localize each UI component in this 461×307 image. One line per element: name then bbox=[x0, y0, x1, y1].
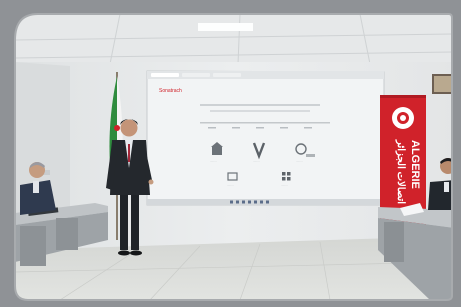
photo-scene: Sonatrach ........ ........ ........ ...… bbox=[0, 0, 461, 307]
banner-latin-text: ALGERIE bbox=[409, 140, 421, 189]
tile-label: ........ bbox=[281, 183, 288, 187]
projection-tab bbox=[151, 73, 179, 77]
tile-label: ........ bbox=[253, 159, 260, 163]
tile-label: ........ bbox=[210, 159, 217, 163]
projection-divider bbox=[200, 122, 330, 124]
tile-label: ........ bbox=[227, 183, 234, 187]
projection-taskbar bbox=[147, 199, 384, 205]
projection-tab bbox=[213, 73, 241, 77]
projection-text-line bbox=[210, 110, 310, 112]
banner-arabic-text: اتصالات الجزائر bbox=[395, 139, 406, 204]
projection-tab bbox=[182, 73, 210, 77]
scene-svg: Sonatrach ........ ........ ........ ...… bbox=[0, 0, 461, 307]
tile-label: ........ bbox=[296, 159, 303, 163]
projection-screen bbox=[146, 70, 385, 206]
projection-logo: Sonatrach bbox=[159, 88, 182, 94]
ceiling-light bbox=[198, 23, 253, 31]
building-icon bbox=[212, 147, 222, 155]
projection-text-line bbox=[200, 104, 320, 106]
